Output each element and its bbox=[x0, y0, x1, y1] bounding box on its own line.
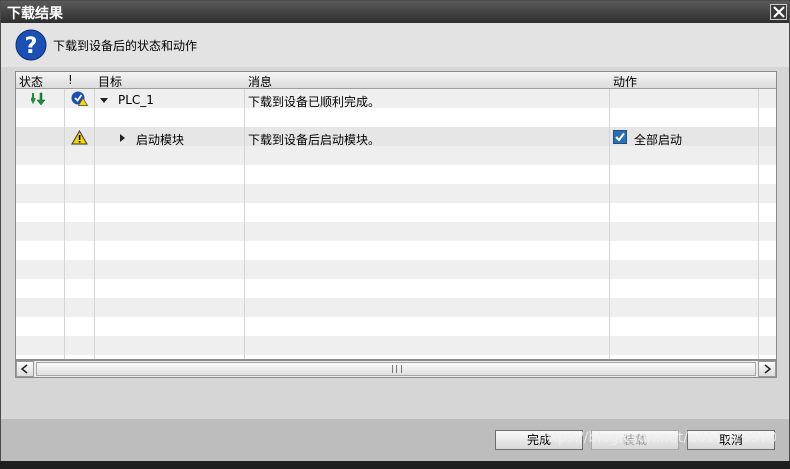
horizontal-scrollbar[interactable] bbox=[15, 360, 777, 378]
header-prompt: 下载到设备后的状态和动作 bbox=[53, 39, 198, 53]
column-header-action[interactable]: 动作 bbox=[613, 73, 637, 90]
results-table: 状态 ! 目标 消息 动作 PLC_1 下载到设备已顺利完成。 启动模块 下载到… bbox=[15, 71, 777, 360]
column-divider bbox=[244, 72, 245, 359]
row-action: 全部启动 bbox=[634, 133, 683, 147]
table-row-empty bbox=[16, 336, 776, 355]
table-row-empty bbox=[16, 298, 776, 317]
row-message: 下载到设备后启动模块。 bbox=[248, 133, 381, 147]
warning-icon bbox=[71, 130, 88, 145]
table-row-empty bbox=[16, 184, 776, 203]
row-message: 下载到设备已顺利完成。 bbox=[248, 95, 381, 109]
collapse-arrow-icon[interactable] bbox=[100, 98, 108, 103]
column-divider bbox=[609, 72, 610, 359]
scroll-right-button[interactable] bbox=[758, 361, 776, 377]
window-bottom-edge bbox=[0, 461, 790, 469]
table-header: 状态 ! 目标 消息 动作 bbox=[16, 72, 776, 89]
download-results-dialog: 下载结果 ? 下载到设备后的状态和动作 状态 ! 目标 消息 动作 PLC_1 … bbox=[0, 0, 790, 469]
column-header-flag[interactable]: ! bbox=[68, 73, 73, 87]
close-icon bbox=[773, 6, 785, 18]
table-row-empty bbox=[16, 222, 776, 241]
watermark: https://blog.csdn.net/u011273970 bbox=[538, 430, 777, 446]
table-row-empty bbox=[16, 108, 776, 127]
column-divider bbox=[758, 72, 759, 359]
table-row-empty bbox=[16, 146, 776, 165]
column-header-status[interactable]: 状态 bbox=[19, 73, 43, 90]
table-row-empty bbox=[16, 165, 776, 184]
grip-icon bbox=[392, 365, 402, 373]
column-header-target[interactable]: 目标 bbox=[98, 73, 122, 90]
table-row-empty bbox=[16, 317, 776, 336]
chevron-left-icon bbox=[20, 364, 28, 374]
chevron-right-icon bbox=[764, 364, 772, 374]
compare-ok-warning-icon bbox=[71, 91, 88, 106]
title-bar: 下载结果 bbox=[1, 1, 789, 23]
question-icon: ? bbox=[15, 29, 47, 61]
table-row-empty bbox=[16, 241, 776, 260]
scroll-left-button[interactable] bbox=[16, 361, 34, 377]
download-status-icon bbox=[31, 92, 46, 106]
table-row-empty bbox=[16, 260, 776, 279]
close-button[interactable] bbox=[770, 4, 787, 20]
window-title: 下载结果 bbox=[7, 6, 63, 22]
dialog-header: ? 下载到设备后的状态和动作 bbox=[1, 23, 789, 67]
expand-arrow-icon[interactable] bbox=[120, 134, 125, 142]
table-row-empty bbox=[16, 279, 776, 298]
scroll-thumb[interactable] bbox=[36, 362, 756, 376]
column-divider bbox=[94, 72, 95, 359]
column-divider bbox=[64, 72, 65, 359]
row-target: PLC_1 bbox=[118, 93, 154, 107]
row-target: 启动模块 bbox=[136, 133, 185, 147]
start-all-checkbox[interactable] bbox=[613, 130, 627, 144]
table-row-empty bbox=[16, 203, 776, 222]
column-header-message[interactable]: 消息 bbox=[248, 73, 272, 90]
svg-text:?: ? bbox=[25, 34, 38, 59]
